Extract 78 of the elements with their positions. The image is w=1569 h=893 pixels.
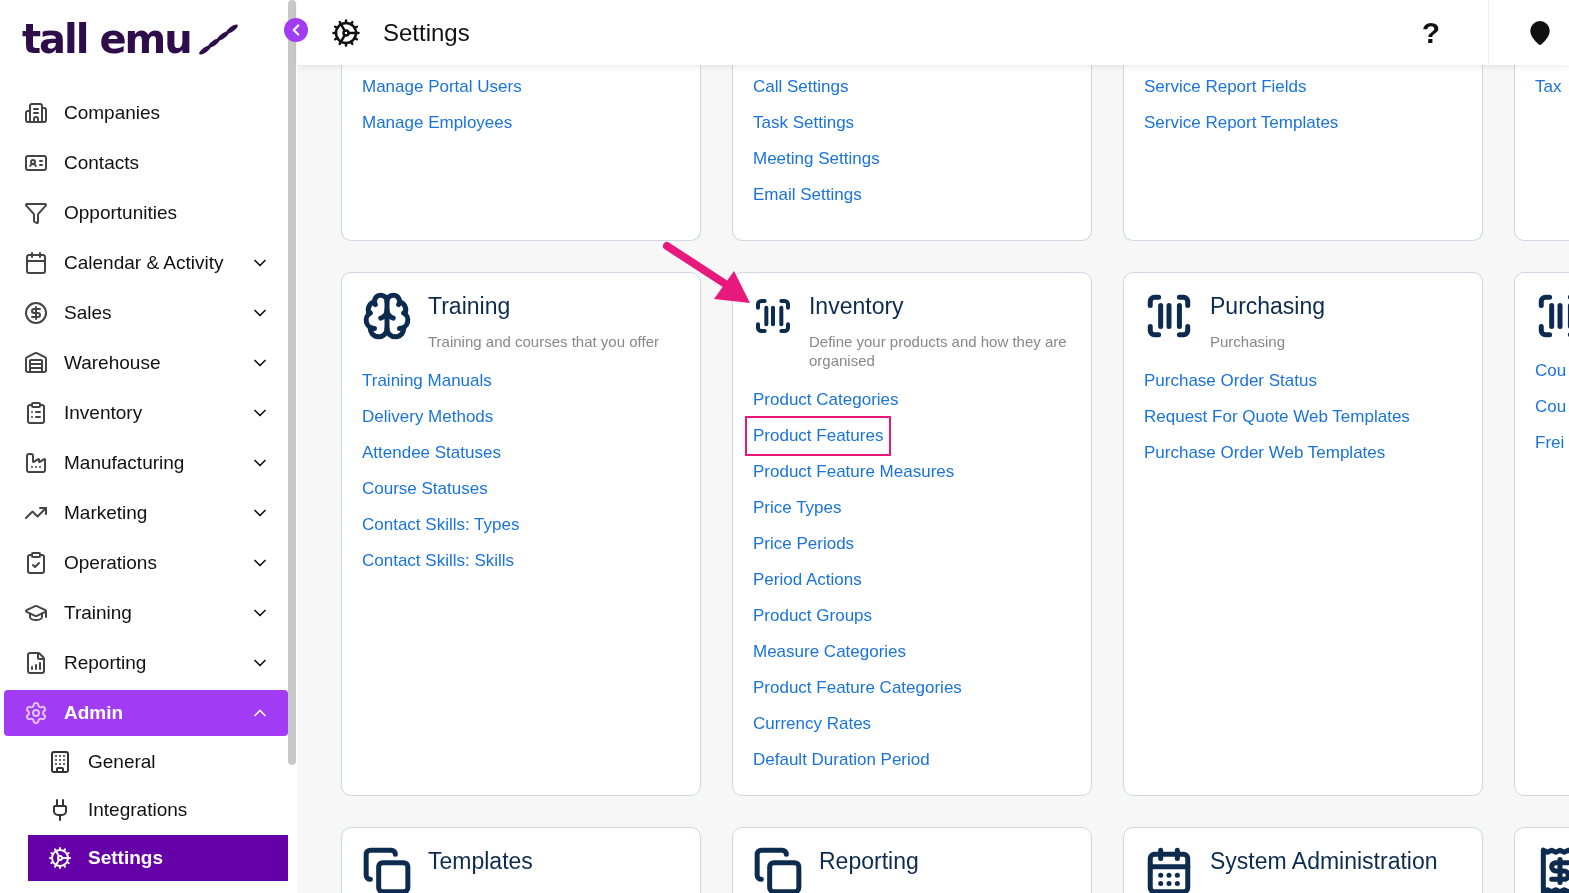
settings-link[interactable]: Manage Portal Users (354, 69, 530, 105)
settings-link[interactable]: Course Statuses (354, 471, 496, 507)
pin-icon[interactable] (1527, 19, 1553, 46)
nav-item[interactable]: Warehouse (4, 340, 288, 386)
nav-item[interactable]: Training (4, 590, 288, 636)
settings-link[interactable]: Contact Skills: Skills (354, 543, 523, 579)
settings-link[interactable]: Price Periods (745, 526, 863, 562)
documents-icon (362, 846, 412, 893)
nav-item[interactable]: Opportunities (4, 190, 288, 236)
card-title: Training (428, 293, 512, 320)
settings-link[interactable]: Price Types (745, 490, 850, 526)
settings-link[interactable]: Request For Quote Web Templates (1136, 399, 1418, 435)
settings-link[interactable]: Task Settings (745, 105, 863, 141)
nav-icon (48, 846, 72, 870)
settings-link[interactable]: Product Groups (745, 598, 881, 634)
settings-link[interactable]: Tax (1527, 69, 1569, 105)
card-title: Reporting (819, 848, 919, 875)
settings-link[interactable]: Meeting Settings (745, 141, 888, 177)
settings-link[interactable]: Default Duration Period (745, 742, 938, 778)
nav-icon (24, 551, 48, 575)
card-title: System Administration (1210, 848, 1438, 875)
nav-icon (24, 451, 48, 475)
documents-icon (753, 846, 803, 893)
settings-link[interactable]: Training Manuals (354, 363, 500, 399)
nav-subitem[interactable]: Integrations (28, 787, 288, 833)
nav-item[interactable]: Reporting (4, 640, 288, 686)
nav-icon (24, 701, 48, 725)
nav-item[interactable]: Contacts (4, 140, 288, 186)
nav-subitem[interactable]: General (28, 739, 288, 785)
head-icon (362, 291, 412, 341)
scrollbar[interactable] (288, 0, 296, 765)
settings-link[interactable]: Product Feature Categories (745, 670, 970, 706)
settings-link[interactable]: Delivery Methods (354, 399, 502, 435)
tall-emu-logo: tall emu (0, 0, 288, 70)
help-button[interactable]: ? (1395, 15, 1466, 50)
nav-item[interactable]: Operations (4, 540, 288, 586)
nav-icon (24, 101, 48, 125)
settings-link[interactable]: Product Features (745, 416, 892, 456)
card-subtitle: Purchasing (1210, 332, 1287, 351)
settings-link[interactable]: Purchase Order Status (1136, 363, 1325, 399)
nav-item[interactable]: Manufacturing (4, 440, 288, 486)
nav-item[interactable]: Companies (4, 90, 288, 136)
settings-link[interactable]: Product Feature Measures (745, 454, 963, 490)
settings-icon (331, 17, 361, 48)
nav-item[interactable]: Calendar & Activity (4, 240, 288, 286)
page-title: Settings (383, 18, 471, 47)
nav-icon (24, 301, 48, 325)
card-title: Templates (428, 848, 533, 875)
settings-link[interactable]: Cou (1527, 389, 1569, 425)
card-title: Inventory (809, 293, 905, 320)
settings-link[interactable]: Cou (1527, 353, 1569, 389)
settings-link[interactable]: Service Report Templates (1136, 105, 1347, 141)
card-subtitle: Training and courses that you offer (428, 332, 659, 351)
nav-icon (24, 401, 48, 425)
nav-icon (24, 351, 48, 375)
settings-link[interactable]: Product Categories (745, 382, 907, 418)
settings-link[interactable]: Contact Skills: Types (354, 507, 528, 543)
settings-link[interactable]: Service Report Fields (1136, 69, 1315, 105)
nav-icon (24, 251, 48, 275)
nav-icon (48, 750, 72, 774)
nav-icon (24, 201, 48, 225)
nav-item[interactable]: Admin (4, 690, 288, 736)
settings-link[interactable]: Currency Rates (745, 706, 880, 742)
nav-icon (24, 651, 48, 675)
nav-item[interactable]: Sales (4, 290, 288, 336)
settings-link[interactable]: Call Settings (745, 69, 857, 105)
nav-subitem[interactable]: Settings (28, 835, 288, 881)
card-subtitle: Define your products and how they are organised (809, 332, 1068, 370)
nav-item[interactable]: Inventory (4, 390, 288, 436)
settings-link[interactable]: Purchase Order Web Templates (1136, 435, 1394, 471)
settings-link[interactable]: Frei (1527, 425, 1569, 461)
nav-item[interactable]: Marketing (4, 490, 288, 536)
card-title: Purchasing (1210, 293, 1326, 320)
settings-link[interactable]: Email Settings (745, 177, 870, 213)
settings-link[interactable]: Measure Categories (745, 634, 915, 670)
settings-link[interactable]: Manage Employees (354, 105, 521, 141)
settings-link[interactable]: Attendee Statuses (354, 435, 509, 471)
settings-link[interactable]: Period Actions (745, 562, 870, 598)
